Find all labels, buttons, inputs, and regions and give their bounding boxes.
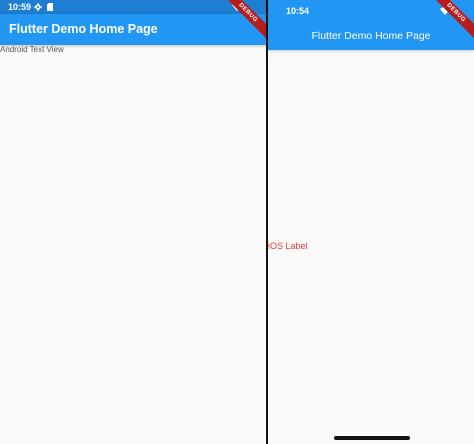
ios-app-title: Flutter Demo Home Page [311, 30, 431, 42]
ios-home-indicator[interactable] [334, 436, 410, 440]
gear-icon [34, 3, 42, 11]
android-screen: 10:59 Flutter Demo Home Page Android Tex… [0, 0, 266, 444]
ios-status-time: 10:54 [286, 6, 310, 16]
android-app-bar: Flutter Demo Home Page [0, 14, 266, 45]
ios-screen: 10:54 Flutter Demo Home Page iOS Label D… [268, 0, 474, 444]
wifi-icon [232, 3, 242, 11]
android-text-view: Android Text View [0, 45, 64, 54]
ios-label: iOS Label [268, 241, 308, 251]
comparison-screen: 10:59 Flutter Demo Home Page Android Tex… [0, 0, 474, 444]
ios-navigation-bar: 10:54 Flutter Demo Home Page [268, 0, 474, 50]
android-status-bar: 10:59 [0, 0, 266, 14]
android-app-title: Flutter Demo Home Page [9, 22, 158, 36]
wifi-icon [440, 7, 450, 15]
android-status-time: 10:59 [8, 2, 32, 12]
sim-card-icon [47, 3, 53, 11]
